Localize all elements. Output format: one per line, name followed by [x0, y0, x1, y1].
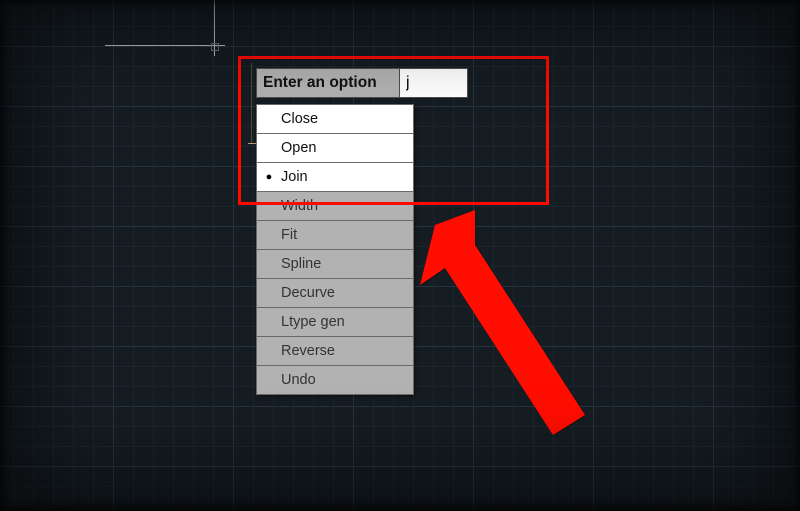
command-prompt-label: Enter an option: [256, 68, 400, 98]
option-decurve[interactable]: Decurve: [257, 278, 413, 307]
option-label: Decurve: [281, 285, 413, 301]
option-reverse[interactable]: Reverse: [257, 336, 413, 365]
option-label: Width: [281, 198, 413, 214]
tracking-marker: [248, 143, 256, 144]
annotation-arrow-icon: [415, 200, 595, 460]
option-join[interactable]: Join: [257, 162, 413, 191]
option-close[interactable]: Close: [257, 104, 413, 133]
crosshair-pickbox: [211, 43, 219, 51]
option-undo[interactable]: Undo: [257, 365, 413, 394]
option-list: Close Open Join Width Fit Spline Decurve Ltype …: [256, 104, 414, 395]
option-ltype-gen[interactable]: Ltype gen: [257, 307, 413, 336]
option-open[interactable]: Open: [257, 133, 413, 162]
option-width[interactable]: Width: [257, 191, 413, 220]
option-label: Ltype gen: [281, 314, 413, 330]
option-fit[interactable]: Fit: [257, 220, 413, 249]
tracking-vertical: [251, 63, 252, 143]
option-label: Undo: [281, 372, 413, 388]
command-prompt-input[interactable]: [400, 68, 468, 98]
crosshair-horizontal: [105, 45, 225, 46]
option-marker: [257, 172, 281, 183]
option-spline[interactable]: Spline: [257, 249, 413, 278]
option-label: Join: [281, 169, 413, 185]
option-label: Close: [281, 111, 413, 127]
option-label: Open: [281, 140, 413, 156]
option-label: Fit: [281, 227, 413, 243]
option-label: Spline: [281, 256, 413, 272]
drawing-viewport[interactable]: Enter an option Close Open Join Width Fit Spl…: [0, 0, 800, 509]
option-label: Reverse: [281, 343, 413, 359]
command-prompt: Enter an option: [256, 68, 468, 98]
